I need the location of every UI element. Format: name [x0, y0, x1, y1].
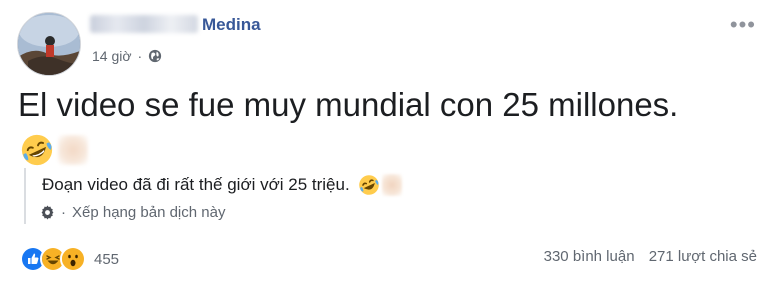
engagement-stats: 330 bình luận 271 lượt chia sẻ	[544, 248, 757, 265]
translation-text-row: Đoạn video đã đi rất thế giới với 25 tri…	[42, 174, 402, 196]
avatar[interactable]	[17, 12, 81, 76]
rolling-on-floor-laughing-icon	[21, 134, 53, 166]
redacted-name	[90, 15, 198, 33]
post-text: El video se fue muy mundial con 25 millo…	[18, 86, 679, 123]
reaction-count: 455	[94, 250, 120, 268]
translation-block: Đoạn video đã đi rất thế giới với 25 tri…	[24, 168, 740, 224]
author-name-link[interactable]: Medina	[90, 15, 261, 35]
rate-separator: ·	[61, 204, 66, 221]
rate-translation[interactable]: · Xếp hạng bản dịch này	[40, 204, 225, 221]
shares-count-link[interactable]: 271 lượt chia sẻ	[649, 248, 757, 265]
post-card: Medina 14 giờ · ••• El video se fue muy …	[0, 0, 774, 286]
rate-translation-label[interactable]: Xếp hạng bản dịch này	[72, 204, 225, 221]
reactions-summary[interactable]: 455	[20, 246, 119, 272]
meta-separator: ·	[137, 48, 143, 64]
translation-text: Đoạn video đã đi rất thế giới với 25 tri…	[42, 175, 350, 194]
more-icon[interactable]: •••	[730, 14, 756, 36]
post-emoji-row	[20, 133, 88, 167]
post-meta: 14 giờ ·	[92, 48, 162, 64]
redacted-emoji	[381, 174, 402, 196]
comments-count-link[interactable]: 330 bình luận	[544, 248, 635, 265]
rolling-on-floor-laughing-icon	[358, 175, 379, 195]
redacted-emoji	[58, 135, 88, 165]
wow-icon	[60, 246, 86, 272]
globe-icon[interactable]	[148, 49, 162, 63]
gear-icon	[41, 205, 54, 220]
post-timestamp[interactable]: 14 giờ	[92, 48, 132, 64]
author-name[interactable]: Medina	[202, 15, 261, 34]
